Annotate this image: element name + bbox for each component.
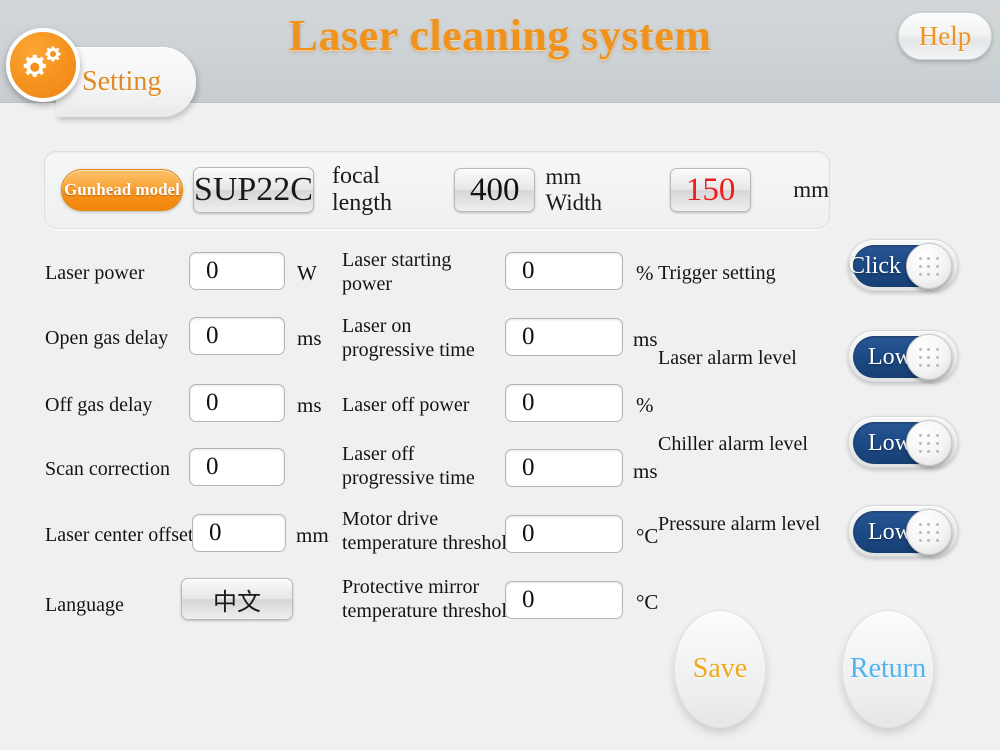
toggle-laser-alarm-level[interactable]: Low [848,330,958,382]
unit-laser-power: W [297,261,317,285]
gears-icon[interactable] [6,28,80,102]
label-laser-on-progressive-time: Laser on progressive time [342,315,475,362]
language-button[interactable]: 中文 [181,578,293,620]
unit-laser-starting-power: % [636,261,654,285]
focal-length-value-button[interactable]: 400 [454,168,536,212]
unit-laser-off-power: % [636,393,654,417]
input-scan-correction[interactable]: 0 [189,448,285,486]
unit-laser-off-progressive-time: ms [633,459,658,483]
label-language: Language [45,594,124,616]
toggle-trigger-setting-knob[interactable] [906,243,952,289]
label-protective-mirror-temperature-threshold: Protective mirror temperature threshold [342,576,517,623]
label-off-gas-delay: Off gas delay [45,394,153,416]
label-laser-alarm-level: Laser alarm level [658,347,797,369]
knob-grip-icon [917,521,941,543]
knob-grip-icon [917,432,941,454]
gunhead-model-value-button[interactable]: SUP22C [192,167,314,213]
toggle-trigger-setting[interactable]: Click on [848,239,958,291]
input-laser-center-offset[interactable]: 0 [192,514,286,552]
input-laser-starting-power[interactable]: 0 [505,252,623,290]
unit-open-gas-delay: ms [297,326,322,350]
gunhead-model-button[interactable]: Gunhead model [61,169,183,211]
unit-off-gas-delay: ms [297,393,322,417]
label-trigger-setting: Trigger setting [658,262,776,284]
unit-protective-mirror-temperature-threshold: °C [636,590,659,614]
input-open-gas-delay[interactable]: 0 [189,317,285,355]
unit-laser-center-offset: mm [296,523,329,547]
label-motor-drive-temperature-threshold: Motor drive temperature threshold [342,508,517,555]
knob-grip-icon [917,255,941,277]
input-motor-drive-temperature-threshold[interactable]: 0 [505,515,623,553]
label-pressure-alarm-level: Pressure alarm level [658,513,821,535]
save-button[interactable]: Save [674,610,766,728]
label-laser-center-offset: Laser center offset [45,524,194,546]
toggle-chiller-alarm-level[interactable]: Low [848,416,958,468]
width-unit-label: mm [793,177,829,202]
toggle-laser-alarm-level-knob[interactable] [906,334,952,380]
input-protective-mirror-temperature-threshold[interactable]: 0 [505,581,623,619]
label-laser-off-progressive-time: Laser off progressive time [342,443,475,490]
width-value: 150 [685,171,736,208]
label-scan-correction: Scan correction [45,458,170,480]
tab-setting-label: Setting [82,66,162,97]
input-laser-on-progressive-time[interactable]: 0 [505,318,623,356]
input-laser-power[interactable]: 0 [189,252,285,290]
input-off-gas-delay[interactable]: 0 [189,384,285,422]
label-chiller-alarm-level: Chiller alarm level [658,433,808,455]
gunhead-model-label: Gunhead model [64,180,180,199]
help-button-label: Help [918,20,972,51]
return-button[interactable]: Return [842,610,934,728]
unit-laser-on-progressive-time: ms [633,327,658,351]
input-laser-off-progressive-time[interactable]: 0 [505,449,623,487]
knob-grip-icon [917,346,941,368]
width-value-button[interactable]: 150 [669,168,752,212]
unit-motor-drive-temperature-threshold: °C [636,524,659,548]
toggle-chiller-alarm-level-knob[interactable] [906,420,952,466]
language-button-label: 中文 [213,587,261,616]
focal-length-value: 400 [470,171,520,208]
toggle-pressure-alarm-level-knob[interactable] [906,509,952,555]
help-button[interactable]: Help [898,12,992,60]
label-laser-power: Laser power [45,262,145,284]
return-button-label: Return [849,653,927,684]
label-laser-off-power: Laser off power [342,394,470,416]
label-laser-starting-power: Laser starting power [342,249,452,296]
focal-length-label: focal length [331,163,392,216]
gunhead-model-value: SUP22C [193,171,313,208]
focal-length-unit-label: mm Width [545,164,603,215]
input-laser-off-power[interactable]: 0 [505,384,623,422]
save-button-label: Save [692,653,748,684]
label-open-gas-delay: Open gas delay [45,327,169,349]
gunhead-param-panel: Gunhead model SUP22C focal length 400 mm… [44,151,830,229]
toggle-pressure-alarm-level[interactable]: Low [848,505,958,557]
